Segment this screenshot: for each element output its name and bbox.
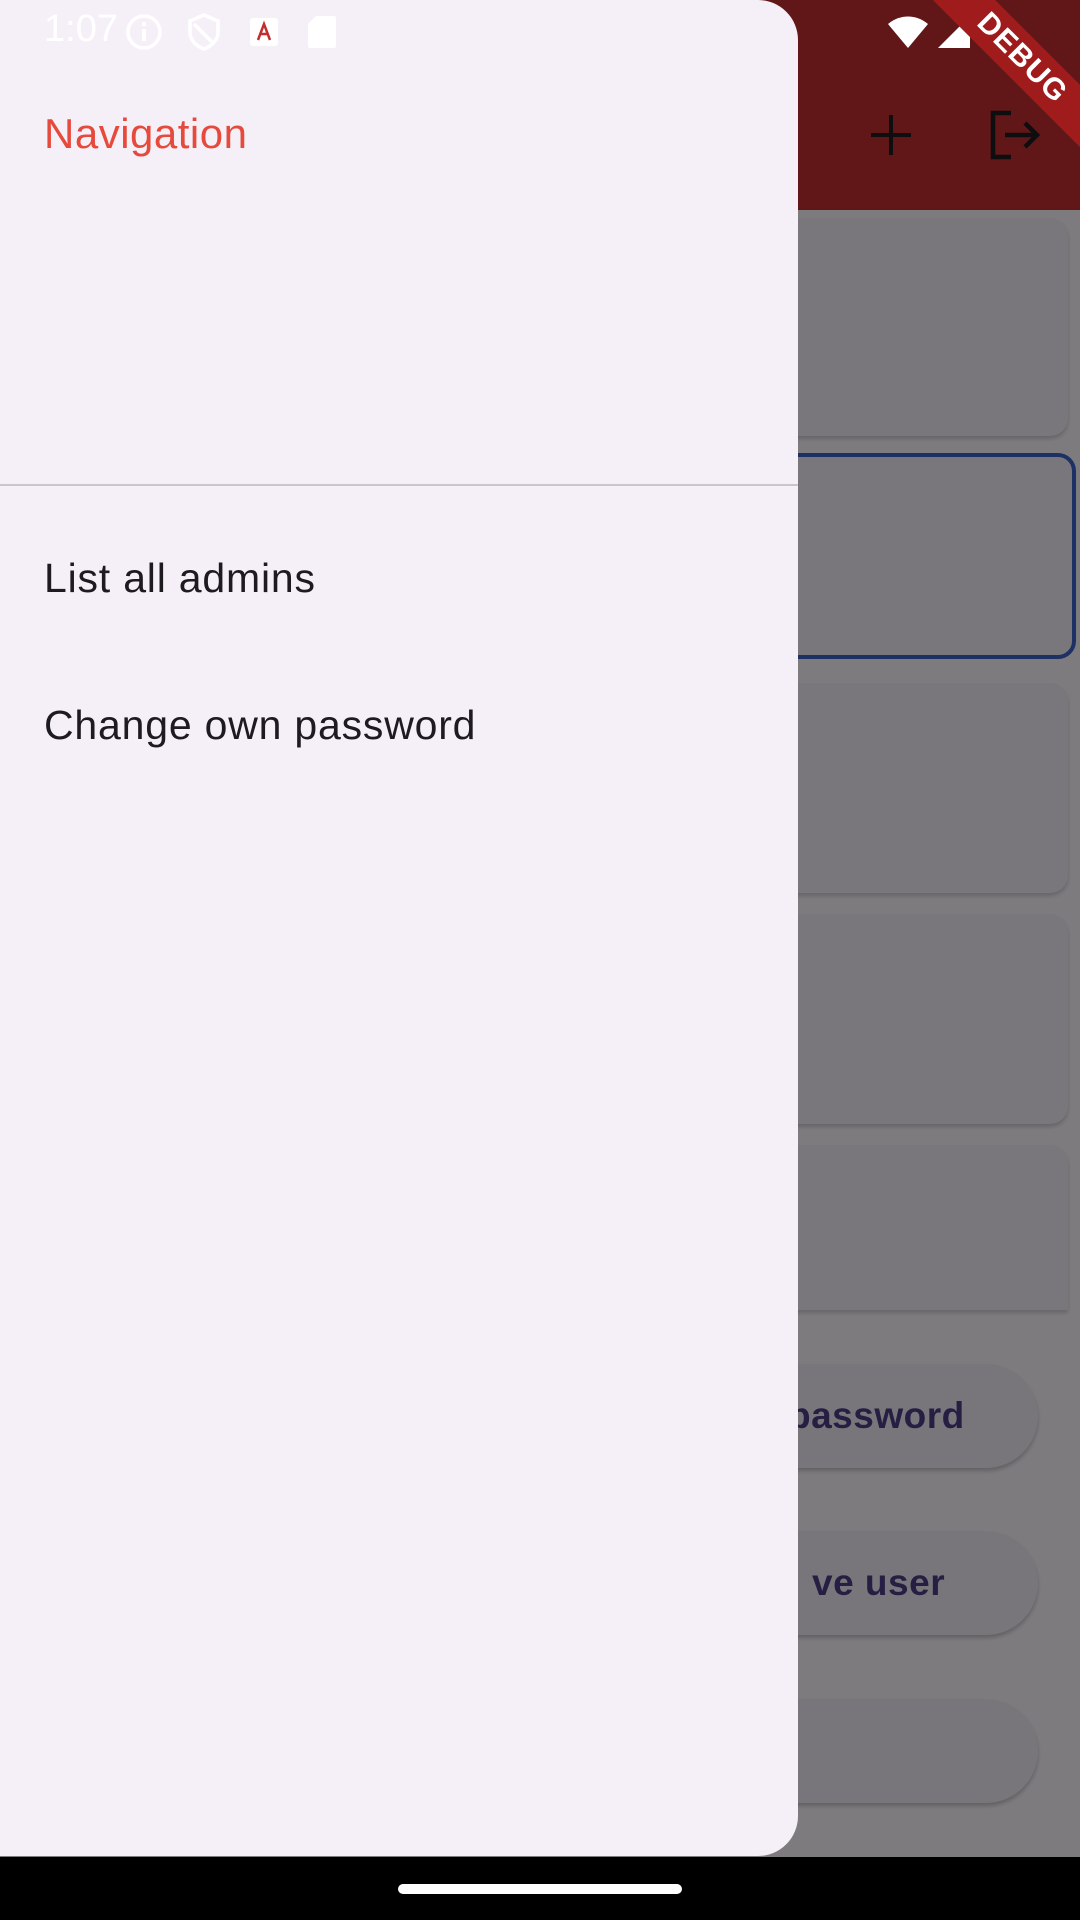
a-notification-icon xyxy=(250,18,278,46)
debug-banner: DEBUG xyxy=(920,0,1080,160)
gesture-handle[interactable] xyxy=(398,1884,682,1894)
screen: password ve user 1:07 xyxy=(0,0,1080,1920)
sd-card-icon xyxy=(308,16,336,48)
drawer-title: Navigation xyxy=(44,110,248,157)
status-bar: 1:07 xyxy=(0,0,1080,62)
navigation-drawer: Navigation List all admins Change own pa… xyxy=(0,0,798,1856)
drawer-item-label: List all admins xyxy=(44,554,316,601)
shield-icon xyxy=(188,13,220,51)
info-icon xyxy=(126,14,162,50)
drawer-header: Navigation xyxy=(0,0,798,486)
status-time: 1:07 xyxy=(44,8,118,50)
drawer-item-change-own-password[interactable]: Change own password xyxy=(0,665,798,785)
system-nav-bar xyxy=(0,1857,1080,1920)
debug-label: DEBUG xyxy=(921,0,1080,159)
drawer-item-label: Change own password xyxy=(44,701,477,748)
drawer-item-list-all-admins[interactable]: List all admins xyxy=(0,518,798,638)
